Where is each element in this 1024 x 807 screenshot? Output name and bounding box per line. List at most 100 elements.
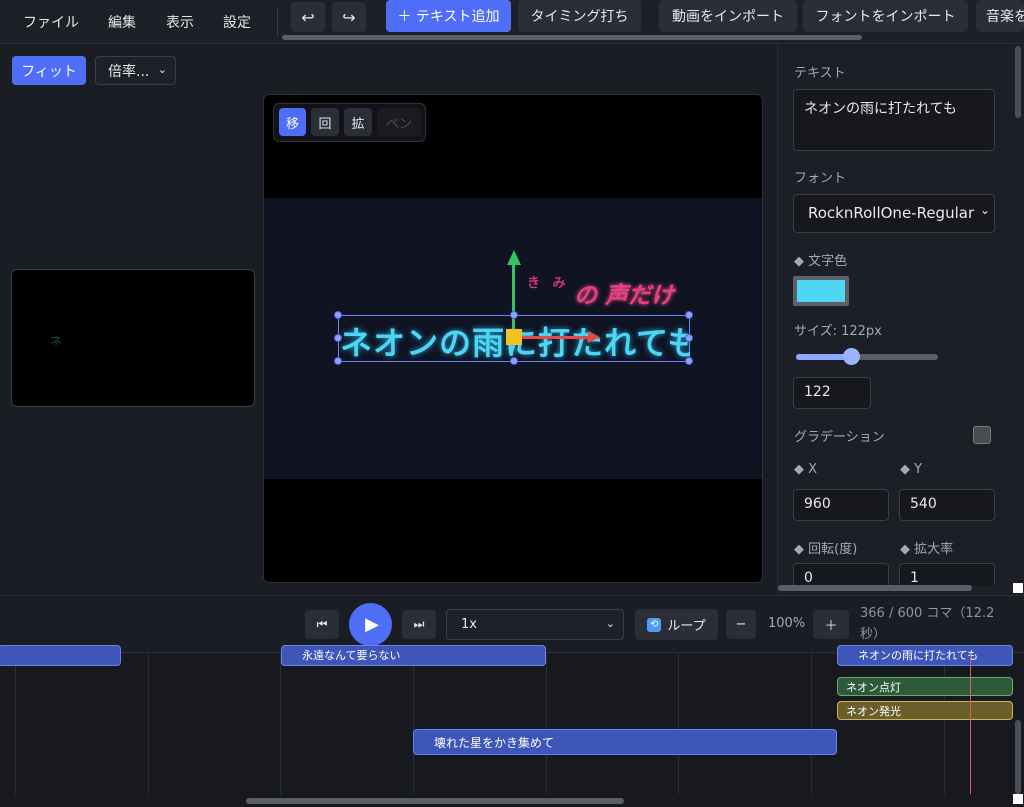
font-label: フォント	[794, 171, 847, 186]
clip-label: ネオン発光	[846, 704, 901, 718]
loop-button[interactable]: ⟲ ループ	[635, 609, 718, 640]
speed-select-value: 1x	[461, 617, 477, 632]
fit-button[interactable]: フィット	[12, 56, 86, 85]
pen-tool-button[interactable]: ペン	[377, 108, 421, 136]
playhead[interactable]	[970, 654, 971, 794]
chevron-down-icon: ⌄	[157, 63, 167, 76]
menu-file[interactable]: ファイル	[23, 12, 79, 32]
timeline-clip-neon-on[interactable]: ネオン点灯	[837, 677, 1013, 696]
size-label: サイズ: 122px	[794, 324, 882, 339]
y-label: ◆ Y	[900, 462, 923, 477]
grid-line	[148, 654, 149, 794]
rotation-label: ◆ 回転(度)	[794, 542, 858, 557]
grid-line	[678, 654, 679, 794]
text-color-swatch[interactable]	[793, 276, 849, 306]
x-axis-handle[interactable]	[518, 336, 590, 339]
thumbnail-preview[interactable]: ネ	[11, 269, 255, 407]
play-button[interactable]: ▶	[349, 603, 392, 646]
move-tool-button[interactable]: 移	[279, 108, 306, 136]
loop-label: ループ	[667, 619, 706, 634]
import-music-button[interactable]: 音楽を	[976, 0, 1024, 32]
font-select-value: RocknRollOne-Regular	[808, 204, 975, 222]
redo-button[interactable]: ↪	[332, 2, 366, 32]
rotate-tool-button[interactable]: 回	[311, 108, 339, 136]
gradient-checkbox[interactable]	[973, 426, 991, 444]
grid-line	[15, 654, 16, 794]
scale-tool-button[interactable]: 拡	[344, 108, 372, 136]
clip-label: ネオン点灯	[846, 680, 901, 694]
font-chevron-down-icon: ⌄	[978, 203, 993, 217]
skip-back-icon: ⏮	[316, 617, 328, 631]
import-video-button[interactable]: 動画をインポート	[659, 0, 797, 32]
clip-label: 永遠なんて要らない	[302, 649, 401, 662]
add-text-button[interactable]: ＋ テキスト追加	[386, 0, 511, 32]
x-label: ◆ X	[794, 462, 818, 477]
undo-button[interactable]: ↩	[291, 2, 325, 32]
right-arrow-icon	[588, 331, 600, 343]
timeline-clip-broken-stars[interactable]: 壊れた星をかき集めて	[413, 729, 837, 755]
menu-view[interactable]: 表示	[166, 12, 194, 32]
menu-edit[interactable]: 編集	[108, 12, 136, 32]
size-input[interactable]: 122	[793, 377, 871, 409]
panel-scrollbar[interactable]	[1015, 46, 1021, 118]
speed-chevron-down-icon: ⌄	[605, 617, 615, 630]
timeline-clip-forever[interactable]: 永遠なんて要らない	[281, 645, 546, 666]
overlay-small-text: き み	[527, 276, 570, 291]
grid-line	[280, 654, 281, 794]
skip-forward-icon: ⏭	[413, 617, 425, 631]
resize-handle-tl[interactable]	[334, 311, 342, 319]
font-select[interactable]: RocknRollOne-Regular	[793, 194, 995, 233]
text-color-label: ◆ 文字色	[794, 254, 848, 269]
timing-button[interactable]: タイミング打ち	[518, 0, 641, 32]
timeline-clip-neon-rain[interactable]: ネオンの雨に打たれても	[837, 645, 1013, 666]
loop-icon: ⟲	[647, 617, 662, 632]
prev-frame-button[interactable]: ⏮	[305, 610, 339, 639]
rotation-input[interactable]: 0	[793, 563, 889, 585]
up-arrow-icon	[507, 250, 521, 265]
grid-line	[944, 654, 945, 794]
redo-icon: ↪	[342, 7, 356, 27]
zoom-select[interactable]: 倍率... ⌄	[95, 56, 176, 85]
zoom-select-value: 倍率...	[108, 63, 150, 80]
resize-handle-l[interactable]	[334, 334, 342, 342]
resize-handle-bl[interactable]	[334, 357, 342, 365]
resize-handle-t[interactable]	[510, 311, 518, 319]
import-font-button[interactable]: フォントをインポート	[803, 0, 968, 32]
next-frame-button[interactable]: ⏭	[402, 610, 436, 639]
x-input[interactable]: 960	[793, 489, 889, 521]
text-color-fill	[797, 280, 845, 302]
menu-settings[interactable]: 設定	[223, 12, 251, 32]
scale-label: ◆ 拡大率	[900, 542, 954, 557]
grid-line	[546, 654, 547, 794]
resize-handle-tr[interactable]	[685, 311, 693, 319]
zoom-out-button[interactable]: −	[726, 610, 756, 639]
timeline-horizontal-scrollbar[interactable]	[246, 798, 624, 804]
resize-handle-b[interactable]	[510, 357, 518, 365]
grid-line	[811, 654, 812, 794]
resize-handle-br[interactable]	[685, 357, 693, 365]
undo-icon: ↩	[301, 7, 315, 27]
size-slider-track[interactable]	[796, 354, 938, 360]
resize-handle-r[interactable]	[685, 334, 693, 342]
y-axis-handle[interactable]	[512, 264, 515, 335]
frame-counter: 366 / 600 コマ（12.2秒）	[860, 606, 995, 642]
timeline-vertical-scrollbar[interactable]	[1015, 720, 1021, 794]
scale-input[interactable]: 1	[899, 563, 995, 585]
center-handle[interactable]	[506, 329, 522, 345]
clip-label: ネオンの雨に打たれても	[858, 649, 979, 662]
overlay-main-text: の 声だけ	[574, 283, 675, 309]
text-label: テキスト	[794, 66, 846, 81]
menu-divider	[277, 8, 278, 36]
speed-select[interactable]: 1x ⌄	[446, 609, 624, 640]
panel-horizontal-scrollbar[interactable]	[778, 585, 972, 591]
play-icon: ▶	[365, 614, 379, 635]
timeline-scroll-corner	[1013, 794, 1023, 804]
gradient-label: グラデーション	[794, 430, 885, 445]
y-input[interactable]: 540	[899, 489, 995, 521]
timeline-clip-neon-glow[interactable]: ネオン発光	[837, 701, 1013, 720]
toolbar-scrollbar[interactable]	[282, 35, 862, 40]
clip-label: 壊れた星をかき集めて	[434, 735, 555, 750]
zoom-in-button[interactable]: ＋	[813, 610, 849, 639]
text-textarea[interactable]: ネオンの雨に打たれても	[793, 89, 995, 151]
timeline-clip[interactable]	[0, 645, 121, 666]
